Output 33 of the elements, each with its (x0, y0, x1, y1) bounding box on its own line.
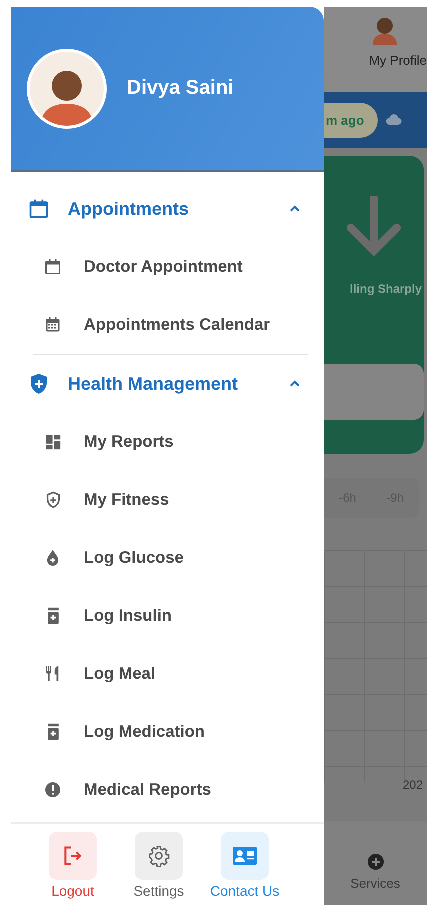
dashboard-icon (44, 434, 62, 450)
menu-item[interactable]: Appointments Calendar (11, 296, 324, 354)
menu-item[interactable]: My Reports (11, 413, 324, 471)
drop-icon (45, 549, 61, 567)
profile-label[interactable]: My Profile (369, 53, 427, 68)
contact-us-button[interactable]: Contact Us (202, 832, 288, 899)
menu-item[interactable]: Medical Reports (11, 761, 324, 819)
axis-label: 202 (402, 778, 423, 792)
settings-button[interactable]: Settings (116, 832, 202, 899)
menu-item[interactable]: Doctor Appointment (11, 238, 324, 296)
calendar-icon (44, 258, 62, 276)
menu-item[interactable]: Log Glucose (11, 529, 324, 587)
medicine-bottle-icon (46, 723, 60, 741)
cloud-upload-icon[interactable] (386, 114, 402, 126)
user-name: Divya Saini (127, 77, 234, 100)
calendar-grid-icon (44, 316, 62, 334)
menu-item[interactable]: Log Insulin (11, 587, 324, 645)
logout-button[interactable]: Logout (30, 832, 116, 899)
menu-item[interactable]: My Fitness (11, 471, 324, 529)
avatar[interactable] (371, 15, 399, 45)
sync-status: m ago (324, 102, 378, 138)
alert-icon (44, 781, 62, 799)
medicine-bottle-icon (46, 607, 60, 625)
calendar-icon (28, 198, 50, 220)
shield-plus-icon (44, 491, 62, 509)
section-header[interactable]: Health Management (11, 355, 324, 413)
menu-item[interactable]: Log Meal (11, 645, 324, 703)
plus-circle-icon[interactable] (368, 854, 384, 870)
trend-text: lling Sharply (350, 282, 422, 296)
down-arrow-icon (345, 196, 403, 256)
menu-item[interactable]: Log Medication (11, 703, 324, 761)
section-header[interactable]: Appointments (11, 180, 324, 238)
shield-plus-icon (29, 373, 49, 395)
